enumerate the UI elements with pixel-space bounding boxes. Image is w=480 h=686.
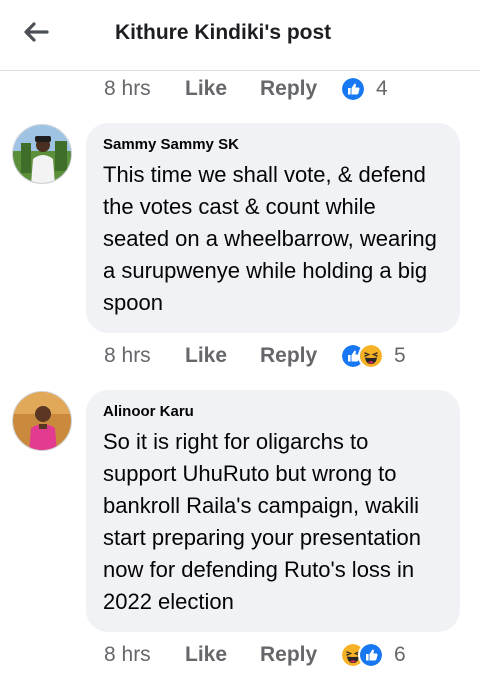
like-button[interactable]: Like	[185, 77, 260, 101]
reaction-count: 4	[376, 77, 388, 100]
haha-reaction-icon	[358, 343, 384, 369]
comment-bubble: Alinoor Karu So it is right for oligarch…	[86, 390, 460, 632]
reactions-summary[interactable]: 6	[340, 642, 406, 668]
comment-actions: 8 hrs Like Reply 6	[104, 640, 406, 670]
comment-timestamp: 8 hrs	[104, 344, 151, 367]
comment-actions: 8 hrs Like Reply 5	[104, 341, 406, 371]
reactions-summary[interactable]: 5	[340, 343, 406, 369]
like-reaction-icon	[358, 642, 384, 668]
comment-text: This time we shall vote, & defend the vo…	[103, 162, 437, 315]
arrow-left-icon	[24, 22, 49, 42]
back-button[interactable]	[18, 14, 54, 50]
comment-timestamp: 8 hrs	[104, 77, 151, 100]
comment-author[interactable]: Sammy Sammy SK	[103, 136, 444, 153]
page-title: Kithure Kindiki's post	[115, 21, 332, 44]
comment-timestamp: 8 hrs	[104, 643, 151, 666]
reaction-count: 6	[394, 643, 406, 666]
comment-author[interactable]: Alinoor Karu	[103, 403, 444, 420]
comment-actions: 8 hrs Like Reply 4	[104, 74, 388, 104]
reactions-summary[interactable]: 4	[340, 76, 388, 102]
reaction-count: 5	[394, 344, 406, 367]
avatar[interactable]	[12, 391, 72, 451]
avatar-photo	[13, 125, 71, 183]
comment-bubble: Sammy Sammy SK This time we shall vote, …	[86, 123, 460, 333]
avatar[interactable]	[12, 124, 72, 184]
like-button[interactable]: Like	[185, 643, 260, 667]
like-button[interactable]: Like	[185, 344, 260, 368]
reply-button[interactable]: Reply	[260, 643, 340, 667]
reply-button[interactable]: Reply	[260, 344, 340, 368]
like-reaction-icon	[340, 76, 366, 102]
top-bar: Kithure Kindiki's post	[0, 0, 480, 71]
comment-text: So it is right for oligarchs to support …	[103, 429, 421, 614]
avatar-photo	[13, 392, 71, 450]
reply-button[interactable]: Reply	[260, 77, 340, 101]
